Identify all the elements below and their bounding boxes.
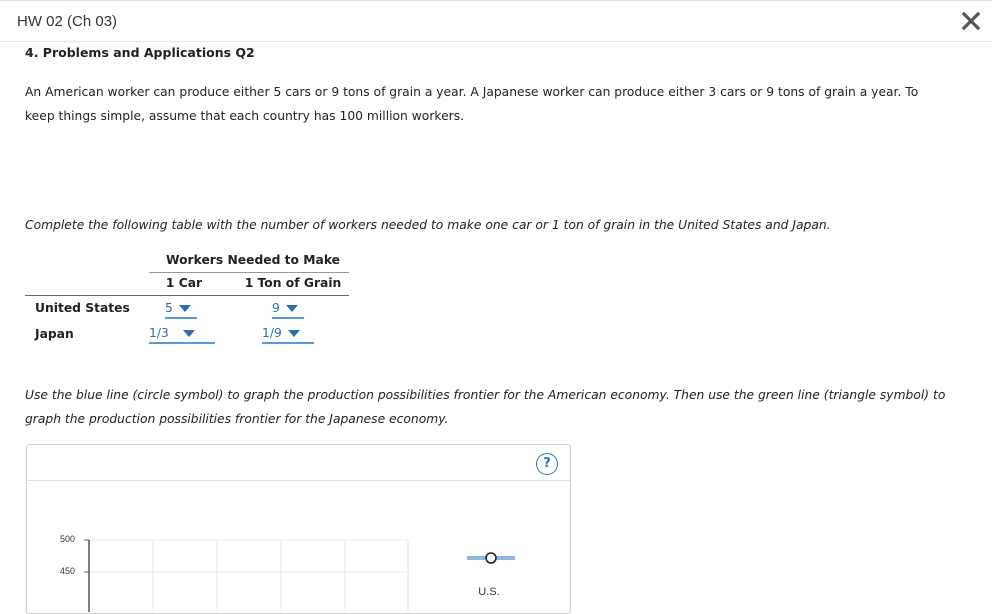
workers-table: Workers Needed to Make 1 Car 1 Ton of Gr… bbox=[25, 250, 350, 350]
y-tick-label-450: 450 bbox=[59, 566, 75, 576]
japan-car-dropdown[interactable]: 1/3 bbox=[149, 324, 215, 344]
dropdown-value: 9 bbox=[272, 301, 280, 315]
chevron-down-icon bbox=[182, 329, 195, 337]
dropdown-value: 5 bbox=[165, 301, 173, 315]
intro-line-1: An American worker can produce either 5 … bbox=[25, 85, 919, 99]
chevron-down-icon bbox=[287, 329, 300, 337]
table-header-divider bbox=[25, 295, 349, 296]
table-instruction: Complete the following table with the nu… bbox=[25, 218, 831, 232]
us-grain-dropdown[interactable]: 9 bbox=[272, 299, 304, 319]
top-bar: HW 02 (Ch 03) bbox=[0, 0, 992, 42]
question-title: 4. Problems and Applications Q2 bbox=[25, 45, 255, 60]
graph-panel: ? 500 450 U.S. bbox=[26, 444, 571, 614]
plot-grid bbox=[89, 539, 409, 612]
table-group-header: Workers Needed to Make bbox=[165, 253, 341, 267]
graph-instruction: Use the blue line (circle symbol) to gra… bbox=[25, 383, 965, 431]
graph-instruction-line-2: graph the production possibilities front… bbox=[25, 412, 449, 426]
question-intro: An American worker can produce either 5 … bbox=[25, 80, 955, 128]
dropdown-value: 1/9 bbox=[262, 326, 282, 340]
graph-toolbar bbox=[27, 445, 570, 481]
legend-us-circle-tool[interactable] bbox=[465, 545, 519, 575]
group-header-divider bbox=[149, 272, 349, 273]
us-car-dropdown[interactable]: 5 bbox=[165, 299, 197, 319]
dropdown-value: 1/3 bbox=[149, 326, 169, 340]
legend-us-label: U.S. bbox=[478, 586, 500, 598]
column-header-grain: 1 Ton of Grain bbox=[244, 276, 342, 290]
column-header-car: 1 Car bbox=[165, 276, 203, 290]
help-button[interactable]: ? bbox=[536, 453, 558, 475]
graph-instruction-line-1: Use the blue line (circle symbol) to gra… bbox=[25, 388, 946, 402]
chevron-down-icon bbox=[285, 304, 298, 312]
japan-grain-dropdown[interactable]: 1/9 bbox=[262, 324, 314, 344]
y-tick-label-500: 500 bbox=[59, 534, 75, 544]
intro-line-2: keep things simple, assume that each cou… bbox=[25, 109, 465, 123]
circle-icon bbox=[485, 552, 497, 564]
close-icon[interactable] bbox=[960, 10, 982, 32]
row-label-united-states: United States bbox=[35, 301, 130, 315]
row-label-japan: Japan bbox=[35, 327, 74, 341]
assignment-title: HW 02 (Ch 03) bbox=[17, 13, 118, 30]
chevron-down-icon bbox=[178, 304, 191, 312]
